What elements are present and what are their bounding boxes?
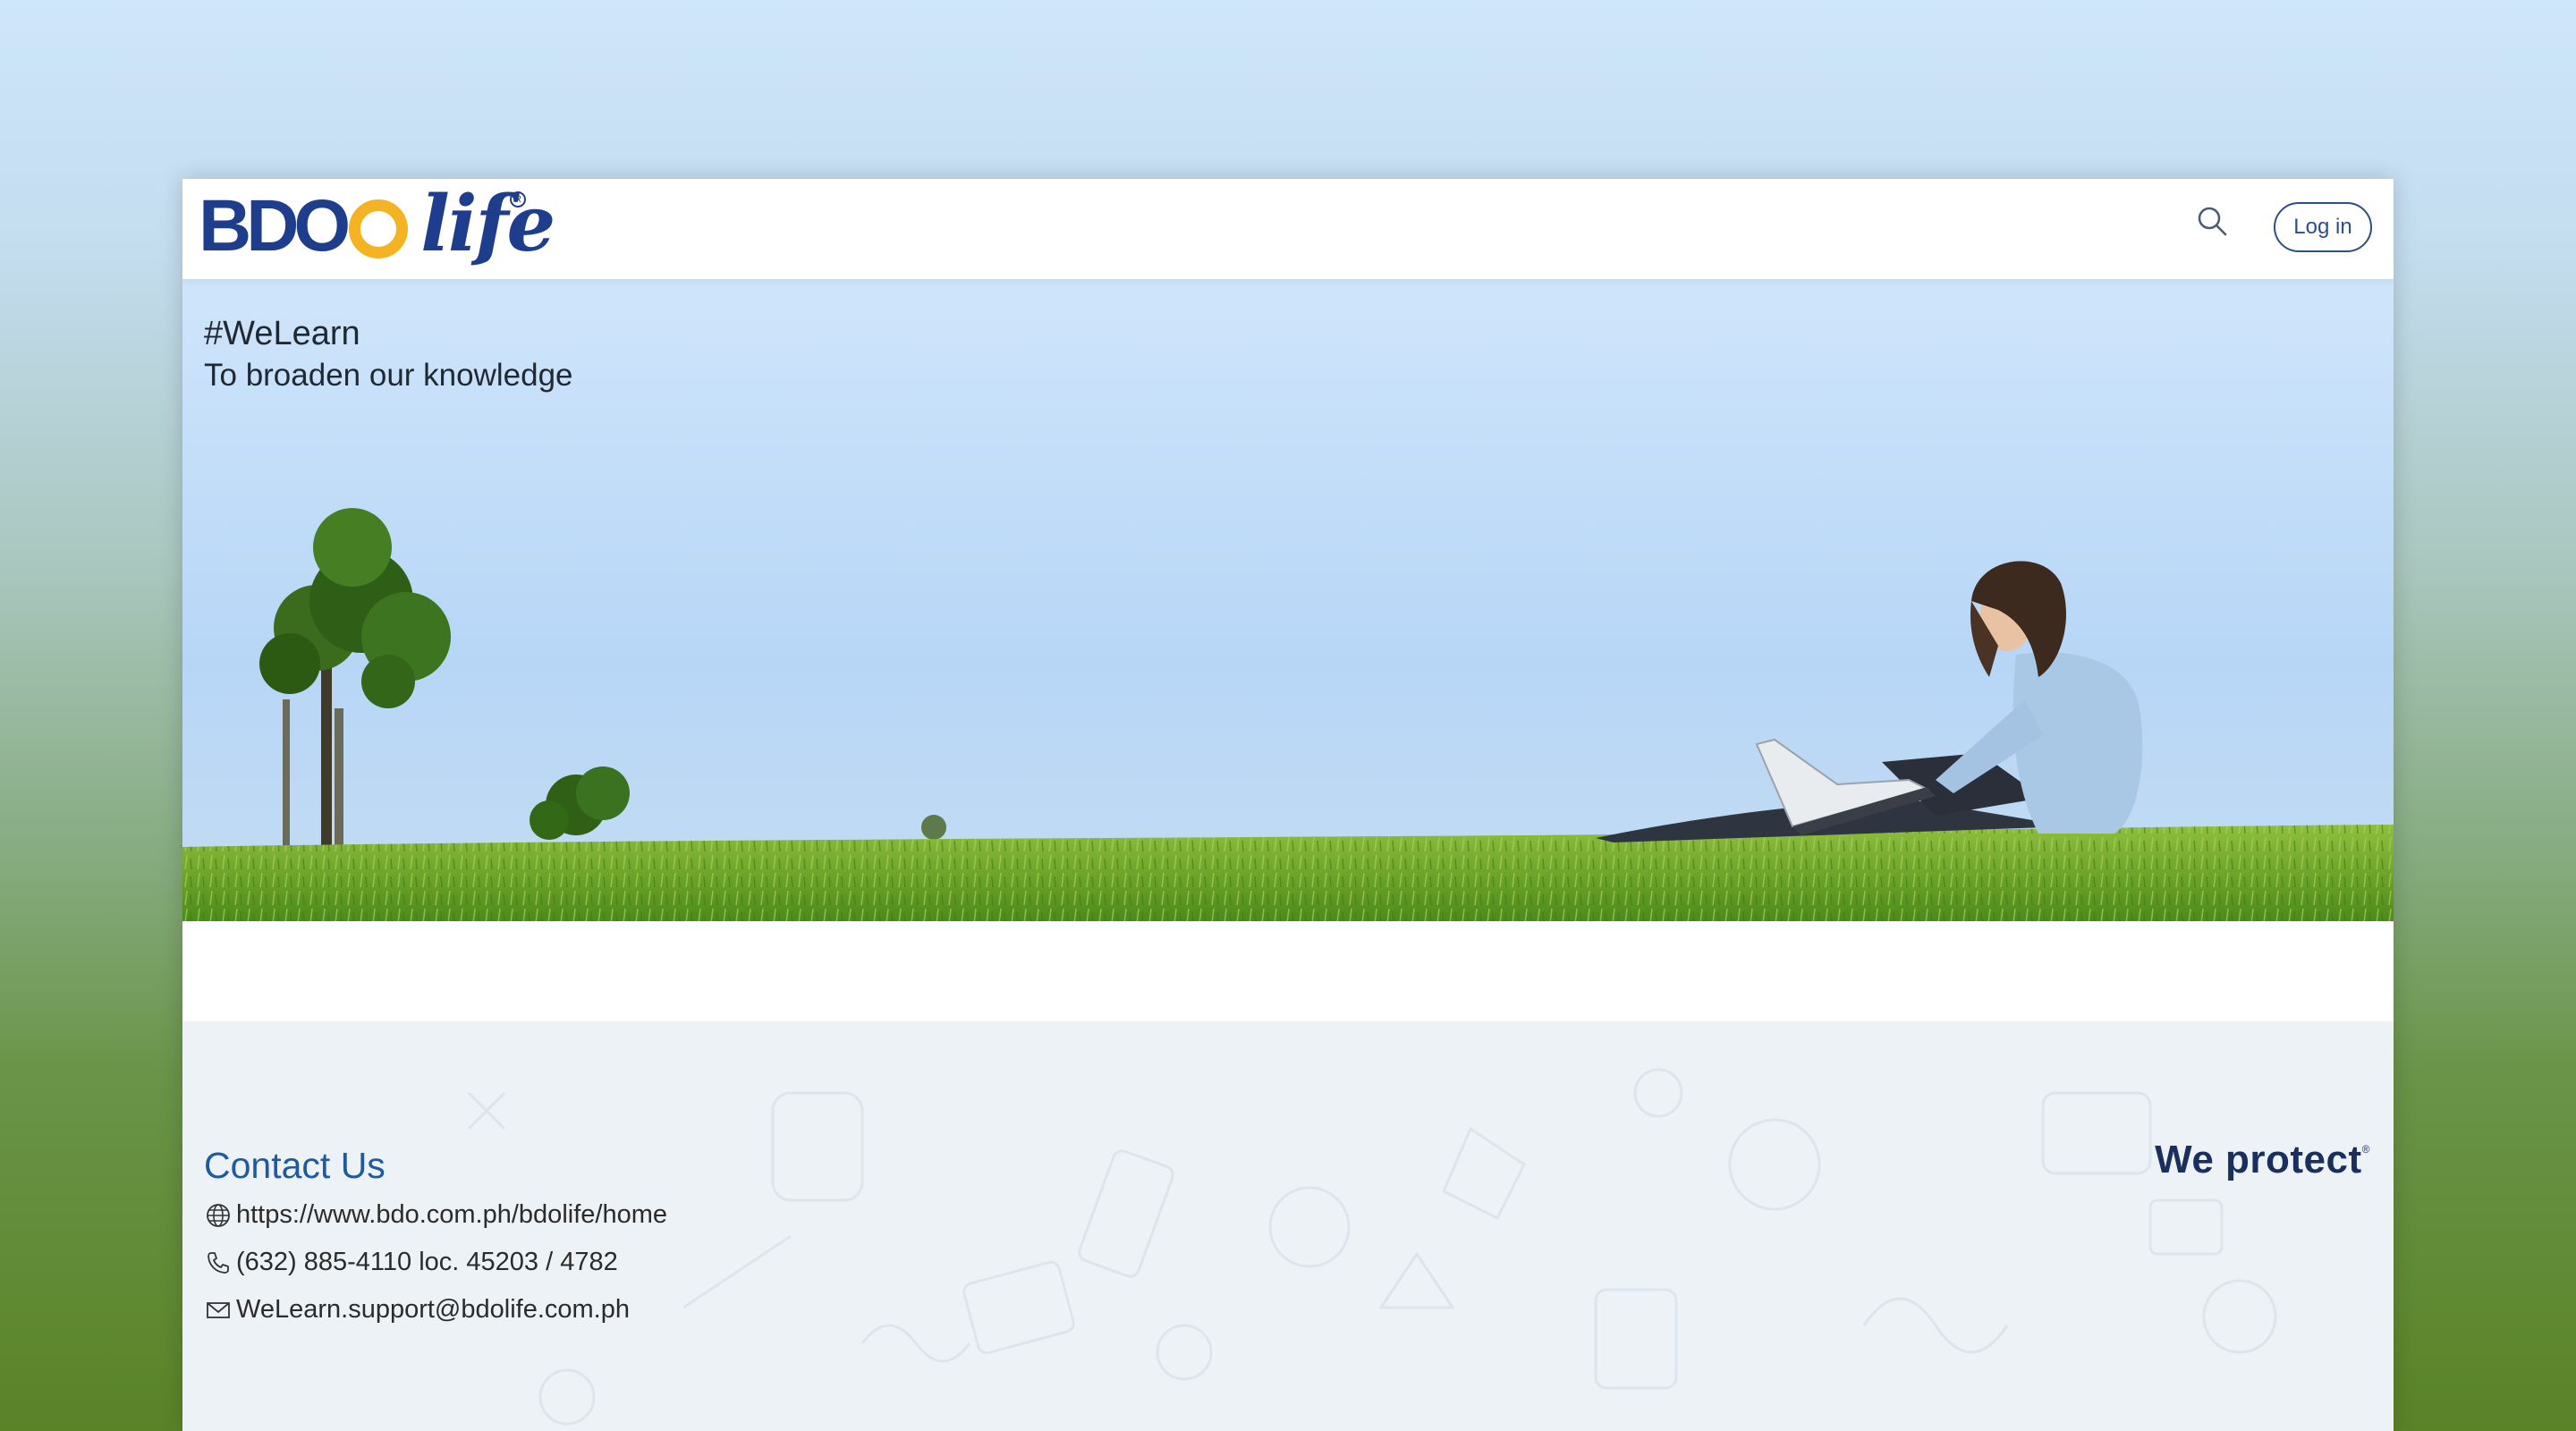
hero-title: #WeLearn (204, 315, 360, 352)
website-link[interactable]: https://www.bdo.com.ph/bdolife/home (236, 1200, 667, 1230)
footer: Contact Us https://www.bdo.com.ph/bdolif… (182, 1021, 2394, 1431)
contact-phone[interactable]: (632) 885-4110 loc. 45203 / 4782 (204, 1248, 618, 1277)
hero-banner: #WeLearn To broaden our knowledge (182, 279, 2394, 921)
login-button[interactable]: Log in (2274, 202, 2372, 252)
email-link[interactable]: WeLearn.support@bdolife.com.ph (236, 1295, 630, 1325)
tagline-text: We protect (2155, 1138, 2362, 1181)
logo-o-mark (349, 199, 409, 258)
search-icon (2198, 207, 2227, 236)
bdo-life-logo[interactable]: BDO life R (199, 184, 555, 274)
we-protect-tagline: We protect® (2155, 1138, 2370, 1182)
registered-mark-icon: R (510, 191, 526, 207)
registered-mark-icon: ® (2361, 1143, 2370, 1156)
contact-website[interactable]: https://www.bdo.com.ph/bdolife/home (204, 1200, 667, 1230)
mail-icon (207, 1301, 230, 1318)
app-window: BDO life R Log in #WeLearn To broaden ou… (182, 179, 2394, 1431)
phone-number[interactable]: (632) 885-4110 loc. 45203 / 4782 (236, 1248, 618, 1277)
logo-product: life (420, 179, 555, 269)
hero-subtitle: To broaden our knowledge (204, 358, 573, 393)
globe-icon (207, 1203, 230, 1227)
contact-email[interactable]: WeLearn.support@bdolife.com.ph (204, 1295, 630, 1325)
logo-brand: BDO (199, 190, 409, 263)
contact-us-heading: Contact Us (204, 1145, 386, 1186)
navbar: BDO life R Log in (182, 179, 2394, 279)
search-button[interactable] (2193, 202, 2233, 241)
phone-icon (208, 1251, 229, 1274)
